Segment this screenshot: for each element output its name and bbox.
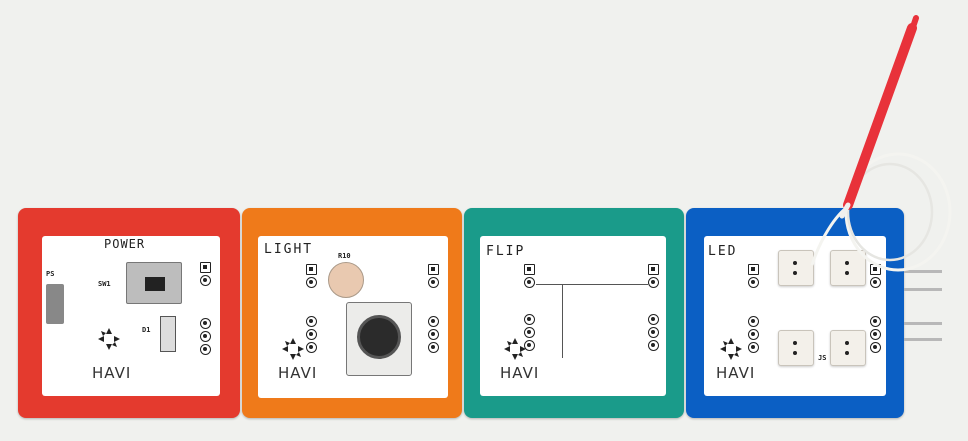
probe-pen-icon [810,15,952,272]
product-photo: POWER PS SW1 D1 HAVI LIGHT R10 HAVI FLIP… [0,0,968,441]
